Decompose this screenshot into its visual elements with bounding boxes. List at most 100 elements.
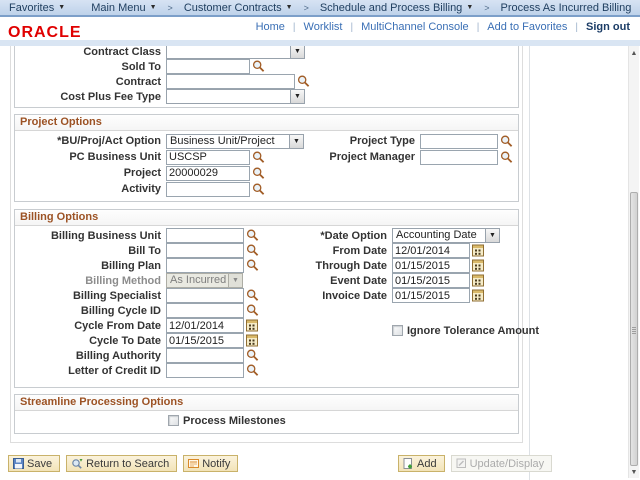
- activity-input[interactable]: [166, 182, 250, 197]
- calendar-icon[interactable]: [246, 334, 258, 347]
- lookup-icon[interactable]: [246, 259, 259, 272]
- cycle-from-date-input[interactable]: [166, 318, 244, 333]
- contract-label: Contract: [15, 76, 164, 88]
- billing-cycle-id-input[interactable]: [166, 303, 244, 318]
- sold-to-input[interactable]: [166, 59, 250, 74]
- lookup-icon[interactable]: [252, 183, 265, 196]
- billing-business-unit-label: Billing Business Unit: [15, 230, 164, 242]
- event-date-label: Event Date: [311, 275, 390, 287]
- chevron-down-icon: ▼: [58, 4, 65, 11]
- lookup-icon[interactable]: [246, 244, 259, 257]
- cycle-from-date-label: Cycle From Date: [15, 320, 164, 332]
- vertical-scrollbar[interactable]: ▲ ▼: [628, 46, 639, 478]
- chevron-down-icon[interactable]: ▼: [290, 90, 304, 103]
- update-display-icon: [456, 458, 467, 469]
- worklist-link[interactable]: Worklist: [304, 21, 343, 33]
- chevron-down-icon[interactable]: ▼: [485, 229, 499, 242]
- calendar-icon[interactable]: [472, 274, 484, 287]
- scrollbar-thumb[interactable]: [630, 192, 638, 466]
- cost-plus-fee-type-select[interactable]: ▼: [166, 89, 305, 104]
- home-link[interactable]: Home: [256, 21, 285, 33]
- calendar-icon[interactable]: [246, 319, 258, 332]
- scroll-up-icon[interactable]: ▲: [629, 50, 639, 57]
- update-display-label: Update/Display: [470, 458, 545, 470]
- chevron-down-icon: ▼: [150, 4, 157, 11]
- breadcrumb-schedule-process-billing[interactable]: Schedule and Process Billing ▼: [311, 0, 482, 15]
- multichannel-console-link[interactable]: MultiChannel Console: [361, 21, 469, 33]
- cycle-to-date-input[interactable]: [166, 333, 244, 348]
- contract-class-label: Contract Class: [15, 46, 164, 58]
- divider: |: [477, 22, 480, 33]
- divider: |: [293, 22, 296, 33]
- breadcrumb-separator: >: [482, 3, 491, 13]
- billing-specialist-label: Billing Specialist: [15, 290, 164, 302]
- notify-button[interactable]: Notify: [183, 455, 238, 472]
- calendar-icon[interactable]: [472, 244, 484, 257]
- notify-label: Notify: [202, 458, 230, 470]
- date-option-value: Accounting Date: [393, 229, 485, 242]
- lookup-icon[interactable]: [500, 135, 513, 148]
- project-manager-input[interactable]: [420, 150, 498, 165]
- lookup-icon[interactable]: [252, 151, 265, 164]
- chevron-down-icon[interactable]: ▼: [290, 46, 304, 58]
- save-icon: [13, 458, 24, 469]
- calendar-icon[interactable]: [472, 289, 484, 302]
- menu-main-menu[interactable]: Main Menu ▼: [82, 0, 165, 15]
- billing-authority-input[interactable]: [166, 348, 244, 363]
- toolbar-left: Save Return to Search Notify: [8, 455, 238, 472]
- lookup-icon[interactable]: [246, 304, 259, 317]
- contract-input[interactable]: [166, 74, 295, 89]
- billing-business-unit-input[interactable]: [166, 228, 244, 243]
- return-to-search-button[interactable]: Return to Search: [66, 455, 177, 472]
- scroll-down-icon[interactable]: ▼: [629, 469, 639, 476]
- menu-favorites[interactable]: Favorites ▼: [0, 0, 74, 15]
- lookup-icon[interactable]: [246, 289, 259, 302]
- add-to-favorites-link[interactable]: Add to Favorites: [487, 21, 567, 33]
- breadcrumb-label: Process As Incurred Billing: [501, 2, 632, 14]
- letter-of-credit-id-input[interactable]: [166, 363, 244, 378]
- utility-bar: Home | Worklist | MultiChannel Console |…: [0, 17, 640, 40]
- project-input[interactable]: [166, 166, 250, 181]
- cost-plus-fee-type-label: Cost Plus Fee Type: [15, 91, 164, 103]
- bill-to-label: Bill To: [15, 245, 164, 257]
- lookup-icon[interactable]: [252, 167, 265, 180]
- bu-proj-act-option-select[interactable]: Business Unit/Project ▼: [166, 134, 304, 149]
- bill-to-input[interactable]: [166, 243, 244, 258]
- save-button[interactable]: Save: [8, 455, 60, 472]
- through-date-input[interactable]: [392, 258, 470, 273]
- from-date-input[interactable]: [392, 243, 470, 258]
- process-milestones-checkbox[interactable]: [168, 415, 179, 426]
- lookup-icon[interactable]: [252, 60, 265, 73]
- billing-specialist-input[interactable]: [166, 288, 244, 303]
- chevron-down-icon[interactable]: ▼: [289, 135, 303, 148]
- ignore-tolerance-label: Ignore Tolerance Amount: [407, 325, 539, 337]
- calendar-icon[interactable]: [472, 259, 484, 272]
- lookup-icon[interactable]: [246, 349, 259, 362]
- lookup-icon[interactable]: [297, 75, 310, 88]
- date-option-select[interactable]: Accounting Date ▼: [392, 228, 500, 243]
- project-type-input[interactable]: [420, 134, 498, 149]
- date-option-label: *Date Option: [311, 230, 390, 242]
- project-options-title: Project Options: [15, 115, 518, 131]
- invoice-date-input[interactable]: [392, 288, 470, 303]
- billing-options-section: Billing Options Billing Business Unit Bi…: [14, 209, 519, 388]
- contract-class-select[interactable]: ▼: [166, 46, 305, 59]
- lookup-icon[interactable]: [246, 364, 259, 377]
- event-date-input[interactable]: [392, 273, 470, 288]
- activity-label: Activity: [15, 183, 164, 195]
- pc-business-unit-input[interactable]: [166, 150, 250, 165]
- add-button[interactable]: Add: [398, 455, 445, 472]
- billing-cycle-id-label: Billing Cycle ID: [15, 305, 164, 317]
- bu-proj-act-option-label: *BU/Proj/Act Option: [15, 135, 164, 147]
- billing-method-value: As Incurred: [167, 274, 228, 287]
- lookup-icon[interactable]: [500, 151, 513, 164]
- lookup-icon[interactable]: [246, 229, 259, 242]
- billing-plan-input[interactable]: [166, 258, 244, 273]
- project-label: Project: [15, 167, 164, 179]
- streamline-section: Streamline Processing Options Process Mi…: [14, 394, 519, 434]
- sign-out-link[interactable]: Sign out: [586, 21, 630, 33]
- chevron-down-icon: ▼: [286, 4, 293, 11]
- process-milestones-label: Process Milestones: [183, 415, 286, 427]
- breadcrumb-customer-contracts[interactable]: Customer Contracts ▼: [175, 0, 302, 15]
- ignore-tolerance-checkbox[interactable]: [392, 325, 403, 336]
